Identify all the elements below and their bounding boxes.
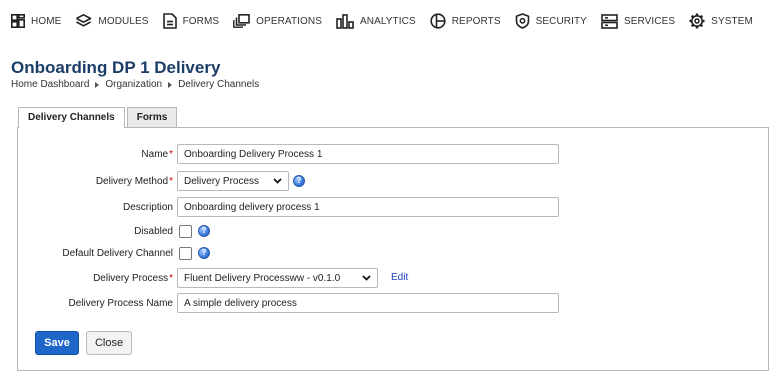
operations-windows-icon [233,14,250,28]
disabled-row: Disabled [18,221,173,241]
default-channel-checkbox[interactable] [179,247,192,260]
modules-diamond-icon [76,14,92,27]
chevron-down-icon [362,275,371,281]
nav-security-label: SECURITY [535,15,587,27]
delivery-process-name-row: Delivery Process Name [18,293,173,313]
delivery-process-name-label: Delivery Process Name [68,297,173,309]
security-shield-icon [515,13,529,29]
description-label: Description [122,201,173,213]
nav-forms[interactable]: FORMS [162,0,220,42]
delivery-process-label: Delivery Process* [93,272,173,284]
description-row: Description [18,197,173,217]
nav-operations-label: OPERATIONS [256,15,322,27]
name-field[interactable] [177,144,559,164]
page-title: Onboarding DP 1 Delivery [11,58,221,77]
nav-modules-label: MODULES [98,15,149,27]
reports-circle-icon [430,13,446,29]
required-marker: * [169,175,173,187]
name-row: Name* [18,144,173,164]
analytics-bars-icon [336,13,354,29]
nav-system[interactable]: SYSTEM [689,0,753,42]
disabled-label: Disabled [134,225,173,237]
name-label: Name* [141,148,173,160]
default-channel-label: Default Delivery Channel [62,247,173,259]
forms-document-icon [162,13,177,29]
services-server-icon [601,13,618,29]
delivery-process-edit-link[interactable]: Edit [391,272,408,283]
home-grid-icon [11,14,25,28]
nav-services-label: SERVICES [623,15,676,27]
nav-analytics-label: ANALYTICS [360,15,416,27]
delivery-method-help-icon[interactable]: ? [293,175,305,187]
nav-home-label: HOME [31,15,62,27]
delivery-method-label: Delivery Method* [95,175,173,187]
breadcrumb-arrow-icon [168,81,173,88]
chevron-down-icon [273,178,282,184]
tab-forms[interactable]: Forms [126,107,178,127]
nav-home[interactable]: HOME [11,0,61,42]
breadcrumb-home-dashboard[interactable]: Home Dashboard [11,79,89,90]
breadcrumb-delivery-channels[interactable]: Delivery Channels [178,79,259,90]
breadcrumb-organization[interactable]: Organization [105,79,162,90]
delivery-process-value: Fluent Delivery Processww - v0.1.0 [184,272,341,284]
delivery-process-select[interactable]: Fluent Delivery Processww - v0.1.0 [177,268,378,288]
breadcrumb-arrow-icon [95,81,100,88]
nav-reports-label: REPORTS [451,15,501,27]
nav-services[interactable]: SERVICES [601,0,675,42]
top-nav: HOME MODULES FORMS OPERATIONS ANALYTICS … [0,0,780,42]
nav-analytics[interactable]: ANALYTICS [336,0,416,42]
default-channel-row: Default Delivery Channel [18,243,173,263]
delivery-process-row: Delivery Process* [18,268,173,288]
nav-system-label: SYSTEM [711,15,753,27]
delivery-method-value: Delivery Process [184,175,260,187]
delivery-method-select[interactable]: Delivery Process [177,171,289,191]
system-gear-icon [689,13,705,29]
description-field[interactable] [177,197,559,217]
tab-delivery-channels[interactable]: Delivery Channels [18,107,125,128]
delivery-process-name-field[interactable] [177,293,559,313]
disabled-help-icon[interactable]: ? [198,225,210,237]
nav-operations[interactable]: OPERATIONS [233,0,322,42]
close-button[interactable]: Close [86,331,132,355]
required-marker: * [169,148,173,160]
breadcrumb: Home Dashboard Organization Delivery Cha… [11,79,259,90]
delivery-method-row: Delivery Method* [18,171,173,191]
nav-forms-label: FORMS [182,15,220,27]
nav-security[interactable]: SECURITY [515,0,587,42]
disabled-checkbox[interactable] [179,225,192,238]
save-button[interactable]: Save [35,331,79,355]
tab-bar: Delivery Channels Forms [18,107,179,128]
nav-reports[interactable]: REPORTS [430,0,501,42]
required-marker: * [169,272,173,284]
default-channel-help-icon[interactable]: ? [198,247,210,259]
nav-modules[interactable]: MODULES [75,0,148,42]
